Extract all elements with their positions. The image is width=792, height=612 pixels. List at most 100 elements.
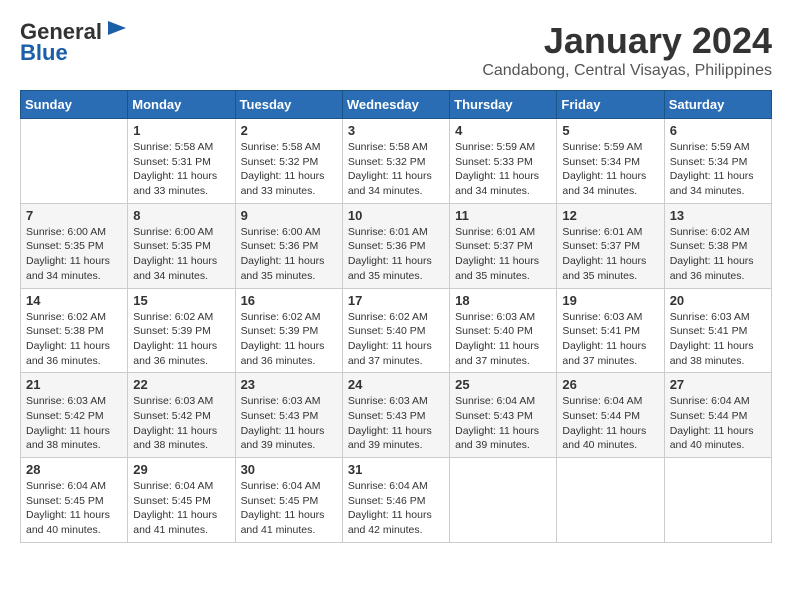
day-info: Sunrise: 6:01 AM Sunset: 5:36 PM Dayligh…	[348, 225, 444, 284]
calendar-table: SundayMondayTuesdayWednesdayThursdayFrid…	[20, 90, 772, 543]
location-title: Candabong, Central Visayas, Philippines	[482, 62, 772, 80]
calendar-cell: 20 Sunrise: 6:03 AM Sunset: 5:41 PM Dayli…	[664, 288, 771, 373]
day-number: 5	[562, 123, 658, 138]
page-header: General Blue January 2024 Candabong, Cen…	[20, 20, 772, 80]
calendar-cell: 28 Sunrise: 6:04 AM Sunset: 5:45 PM Dayli…	[21, 458, 128, 543]
day-number: 17	[348, 293, 444, 308]
day-info: Sunrise: 6:02 AM Sunset: 5:40 PM Dayligh…	[348, 310, 444, 369]
day-info: Sunrise: 6:04 AM Sunset: 5:45 PM Dayligh…	[26, 479, 122, 538]
calendar-cell: 29 Sunrise: 6:04 AM Sunset: 5:45 PM Dayli…	[128, 458, 235, 543]
calendar-cell: 2 Sunrise: 5:58 AM Sunset: 5:32 PM Daylig…	[235, 119, 342, 204]
day-number: 10	[348, 208, 444, 223]
day-info: Sunrise: 5:58 AM Sunset: 5:32 PM Dayligh…	[241, 140, 337, 199]
day-info: Sunrise: 5:58 AM Sunset: 5:32 PM Dayligh…	[348, 140, 444, 199]
calendar-cell: 25 Sunrise: 6:04 AM Sunset: 5:43 PM Dayli…	[450, 373, 557, 458]
day-number: 22	[133, 377, 229, 392]
day-number: 12	[562, 208, 658, 223]
day-info: Sunrise: 6:00 AM Sunset: 5:35 PM Dayligh…	[133, 225, 229, 284]
weekday-header-thursday: Thursday	[450, 91, 557, 119]
calendar-cell: 30Sunrise: 6:04 AM Sunset: 5:45 PM Dayli…	[235, 458, 342, 543]
day-number: 1	[133, 123, 229, 138]
day-number: 28	[26, 462, 122, 477]
calendar-cell: 11 Sunrise: 6:01 AM Sunset: 5:37 PM Dayli…	[450, 203, 557, 288]
month-title: January 2024	[482, 20, 772, 62]
day-number: 24	[348, 377, 444, 392]
day-info: Sunrise: 5:59 AM Sunset: 5:34 PM Dayligh…	[562, 140, 658, 199]
calendar-cell	[21, 119, 128, 204]
calendar-cell: 24 Sunrise: 6:03 AM Sunset: 5:43 PM Dayli…	[342, 373, 449, 458]
calendar-cell: 14 Sunrise: 6:02 AM Sunset: 5:38 PM Dayli…	[21, 288, 128, 373]
calendar-cell	[557, 458, 664, 543]
calendar-cell: 8 Sunrise: 6:00 AM Sunset: 5:35 PM Daylig…	[128, 203, 235, 288]
calendar-cell: 1 Sunrise: 5:58 AM Sunset: 5:31 PM Daylig…	[128, 119, 235, 204]
calendar-cell	[664, 458, 771, 543]
day-number: 14	[26, 293, 122, 308]
day-info: Sunrise: 6:02 AM Sunset: 5:38 PM Dayligh…	[670, 225, 766, 284]
day-info: Sunrise: 6:03 AM Sunset: 5:42 PM Dayligh…	[133, 394, 229, 453]
logo-blue: Blue	[20, 40, 68, 66]
day-info: Sunrise: 5:59 AM Sunset: 5:33 PM Dayligh…	[455, 140, 551, 199]
weekday-header-monday: Monday	[128, 91, 235, 119]
calendar-cell: 3 Sunrise: 5:58 AM Sunset: 5:32 PM Daylig…	[342, 119, 449, 204]
day-info: Sunrise: 6:01 AM Sunset: 5:37 PM Dayligh…	[562, 225, 658, 284]
calendar-cell: 17 Sunrise: 6:02 AM Sunset: 5:40 PM Dayli…	[342, 288, 449, 373]
day-number: 9	[241, 208, 337, 223]
calendar-cell: 4 Sunrise: 5:59 AM Sunset: 5:33 PM Daylig…	[450, 119, 557, 204]
day-info: Sunrise: 5:59 AM Sunset: 5:34 PM Dayligh…	[670, 140, 766, 199]
calendar-cell: 16 Sunrise: 6:02 AM Sunset: 5:39 PM Dayli…	[235, 288, 342, 373]
day-number: 13	[670, 208, 766, 223]
calendar-header: SundayMondayTuesdayWednesdayThursdayFrid…	[21, 91, 772, 119]
day-number: 7	[26, 208, 122, 223]
calendar-cell: 31 Sunrise: 6:04 AM Sunset: 5:46 PM Dayli…	[342, 458, 449, 543]
day-number: 21	[26, 377, 122, 392]
day-info: Sunrise: 6:04 AM Sunset: 5:45 PM Dayligh…	[133, 479, 229, 538]
calendar-cell: 6Sunrise: 5:59 AM Sunset: 5:34 PM Daylig…	[664, 119, 771, 204]
calendar-cell: 27 Sunrise: 6:04 AM Sunset: 5:44 PM Dayli…	[664, 373, 771, 458]
day-number: 20	[670, 293, 766, 308]
day-info: Sunrise: 6:04 AM Sunset: 5:45 PM Dayligh…	[241, 479, 337, 538]
calendar-cell: 9 Sunrise: 6:00 AM Sunset: 5:36 PM Daylig…	[235, 203, 342, 288]
day-number: 8	[133, 208, 229, 223]
calendar-cell: 21 Sunrise: 6:03 AM Sunset: 5:42 PM Dayli…	[21, 373, 128, 458]
calendar-cell: 22 Sunrise: 6:03 AM Sunset: 5:42 PM Dayli…	[128, 373, 235, 458]
day-number: 27	[670, 377, 766, 392]
day-info: Sunrise: 6:02 AM Sunset: 5:39 PM Dayligh…	[241, 310, 337, 369]
weekday-header-friday: Friday	[557, 91, 664, 119]
calendar-cell	[450, 458, 557, 543]
weekday-header-sunday: Sunday	[21, 91, 128, 119]
day-info: Sunrise: 6:00 AM Sunset: 5:35 PM Dayligh…	[26, 225, 122, 284]
calendar-cell: 10 Sunrise: 6:01 AM Sunset: 5:36 PM Dayli…	[342, 203, 449, 288]
weekday-header-wednesday: Wednesday	[342, 91, 449, 119]
day-info: Sunrise: 6:04 AM Sunset: 5:43 PM Dayligh…	[455, 394, 551, 453]
day-number: 16	[241, 293, 337, 308]
calendar-cell: 12 Sunrise: 6:01 AM Sunset: 5:37 PM Dayli…	[557, 203, 664, 288]
day-info: Sunrise: 6:03 AM Sunset: 5:43 PM Dayligh…	[348, 394, 444, 453]
day-number: 3	[348, 123, 444, 138]
day-info: Sunrise: 5:58 AM Sunset: 5:31 PM Dayligh…	[133, 140, 229, 199]
day-info: Sunrise: 6:04 AM Sunset: 5:46 PM Dayligh…	[348, 479, 444, 538]
day-info: Sunrise: 6:01 AM Sunset: 5:37 PM Dayligh…	[455, 225, 551, 284]
calendar-cell: 7 Sunrise: 6:00 AM Sunset: 5:35 PM Daylig…	[21, 203, 128, 288]
day-info: Sunrise: 6:00 AM Sunset: 5:36 PM Dayligh…	[241, 225, 337, 284]
day-number: 2	[241, 123, 337, 138]
day-number: 11	[455, 208, 551, 223]
weekday-header-saturday: Saturday	[664, 91, 771, 119]
day-info: Sunrise: 6:02 AM Sunset: 5:39 PM Dayligh…	[133, 310, 229, 369]
weekday-header-tuesday: Tuesday	[235, 91, 342, 119]
day-number: 4	[455, 123, 551, 138]
day-number: 31	[348, 462, 444, 477]
day-info: Sunrise: 6:03 AM Sunset: 5:41 PM Dayligh…	[562, 310, 658, 369]
logo-arrow-icon	[106, 17, 128, 39]
day-number: 19	[562, 293, 658, 308]
day-number: 29	[133, 462, 229, 477]
calendar-cell: 23Sunrise: 6:03 AM Sunset: 5:43 PM Dayli…	[235, 373, 342, 458]
day-number: 25	[455, 377, 551, 392]
day-info: Sunrise: 6:02 AM Sunset: 5:38 PM Dayligh…	[26, 310, 122, 369]
calendar-cell: 19 Sunrise: 6:03 AM Sunset: 5:41 PM Dayli…	[557, 288, 664, 373]
day-info: Sunrise: 6:04 AM Sunset: 5:44 PM Dayligh…	[670, 394, 766, 453]
day-number: 18	[455, 293, 551, 308]
calendar-cell: 13 Sunrise: 6:02 AM Sunset: 5:38 PM Dayli…	[664, 203, 771, 288]
logo: General Blue	[20, 20, 128, 66]
day-info: Sunrise: 6:03 AM Sunset: 5:41 PM Dayligh…	[670, 310, 766, 369]
day-info: Sunrise: 6:03 AM Sunset: 5:42 PM Dayligh…	[26, 394, 122, 453]
